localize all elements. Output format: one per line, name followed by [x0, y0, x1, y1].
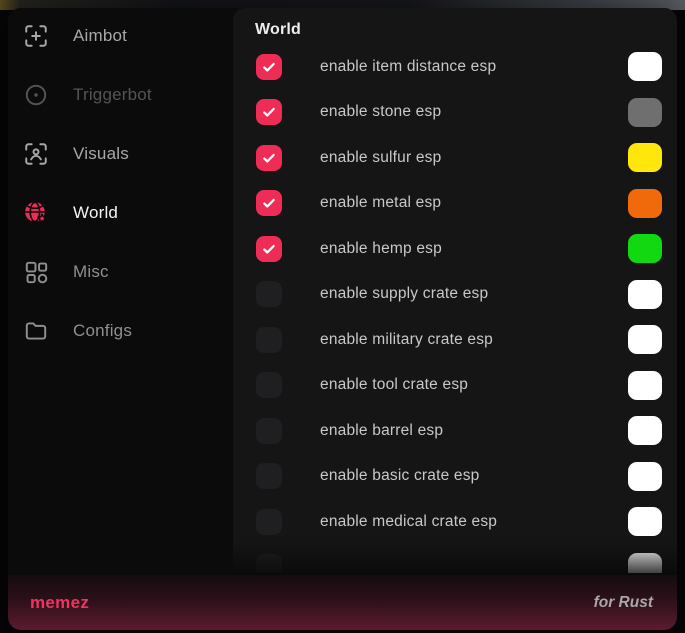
color-swatch[interactable]	[628, 325, 662, 354]
setting-label: enable hemp esp	[320, 240, 628, 258]
setting-row-enable-sulfur-esp: enable sulfur esp	[255, 135, 677, 181]
setting-checkbox[interactable]	[256, 418, 282, 444]
setting-label: enable item distance esp	[320, 58, 628, 76]
color-swatch[interactable]	[628, 98, 662, 127]
color-swatch[interactable]	[628, 234, 662, 263]
sidebar-item-visuals[interactable]: Visuals	[22, 131, 233, 177]
color-swatch[interactable]	[628, 371, 662, 400]
setting-checkbox[interactable]	[256, 372, 282, 398]
setting-row-enable-barrel-esp: enable barrel esp	[255, 408, 677, 454]
color-swatch[interactable]	[628, 507, 662, 536]
brand-edition: for Rust	[594, 594, 653, 612]
setting-row-enable-hemp-esp: enable hemp esp	[255, 226, 677, 272]
cheat-menu-window: AimbotTriggerbotVisualsWorldMiscConfigs …	[8, 8, 677, 630]
setting-label: enable basic crate esp	[320, 467, 628, 485]
setting-row-enable-supply-crate-esp: enable supply crate esp	[255, 272, 677, 318]
color-swatch[interactable]	[628, 416, 662, 445]
sidebar-item-label: Visuals	[73, 144, 129, 164]
color-swatch[interactable]	[628, 143, 662, 172]
brand-name: memez	[30, 593, 89, 613]
setting-label: enable sulfur esp	[320, 149, 628, 167]
sidebar-item-world[interactable]: World	[22, 190, 233, 236]
setting-label: enable barrel esp	[320, 422, 628, 440]
person-scan-icon	[22, 141, 49, 168]
setting-checkbox[interactable]	[256, 463, 282, 489]
world-panel: World enable item distance esp enable sto…	[233, 8, 677, 575]
sidebar-item-label: Configs	[73, 321, 132, 341]
setting-label: enable stone esp	[320, 103, 628, 121]
folder-icon	[22, 318, 49, 345]
setting-checkbox[interactable]	[256, 236, 282, 262]
setting-row-enable-medical-crate-esp: enable medical crate esp	[255, 499, 677, 545]
setting-checkbox[interactable]	[256, 327, 282, 353]
sidebar-item-label: Aimbot	[73, 26, 127, 46]
setting-checkbox[interactable]	[256, 509, 282, 535]
menu-body: AimbotTriggerbotVisualsWorldMiscConfigs …	[8, 8, 677, 575]
setting-label: enable medical crate esp	[320, 513, 628, 531]
sidebar-item-label: Misc	[73, 262, 109, 282]
setting-checkbox[interactable]	[256, 554, 282, 573]
sidebar-item-aimbot[interactable]: Aimbot	[22, 13, 233, 59]
setting-row-enable-tool-crate-esp: enable tool crate esp	[255, 363, 677, 409]
settings-list[interactable]: enable item distance esp enable stone esp…	[255, 44, 677, 573]
sidebar-item-triggerbot[interactable]: Triggerbot	[22, 72, 233, 118]
setting-checkbox[interactable]	[256, 145, 282, 171]
setting-label: enable military crate esp	[320, 331, 628, 349]
color-swatch[interactable]	[628, 52, 662, 81]
globe-icon	[22, 200, 49, 227]
color-swatch[interactable]	[628, 462, 662, 491]
setting-row-row	[255, 545, 677, 574]
setting-checkbox[interactable]	[256, 99, 282, 125]
setting-row-enable-item-distance-esp: enable item distance esp	[255, 44, 677, 90]
color-swatch[interactable]	[628, 553, 662, 573]
color-swatch[interactable]	[628, 280, 662, 309]
panel-title: World	[255, 21, 677, 39]
setting-label: enable tool crate esp	[320, 376, 628, 394]
scan-plus-icon	[22, 23, 49, 50]
sidebar: Aimbot Triggerbot Visuals World Misc Configs	[8, 8, 233, 575]
setting-checkbox[interactable]	[256, 281, 282, 307]
grid-icon	[22, 259, 49, 286]
sidebar-item-label: Triggerbot	[73, 85, 152, 105]
setting-row-enable-metal-esp: enable metal esp	[255, 181, 677, 227]
sidebar-item-misc[interactable]: Misc	[22, 249, 233, 295]
sidebar-item-label: World	[73, 203, 118, 223]
setting-checkbox[interactable]	[256, 190, 282, 216]
setting-label: enable metal esp	[320, 194, 628, 212]
setting-row-enable-basic-crate-esp: enable basic crate esp	[255, 454, 677, 500]
setting-row-enable-military-crate-esp: enable military crate esp	[255, 317, 677, 363]
setting-row-enable-stone-esp: enable stone esp	[255, 90, 677, 136]
setting-label: enable supply crate esp	[320, 285, 628, 303]
setting-checkbox[interactable]	[256, 54, 282, 80]
footer-bar: memez for Rust	[8, 575, 677, 630]
circle-dot-icon	[22, 82, 49, 109]
color-swatch[interactable]	[628, 189, 662, 218]
sidebar-item-configs[interactable]: Configs	[22, 308, 233, 354]
